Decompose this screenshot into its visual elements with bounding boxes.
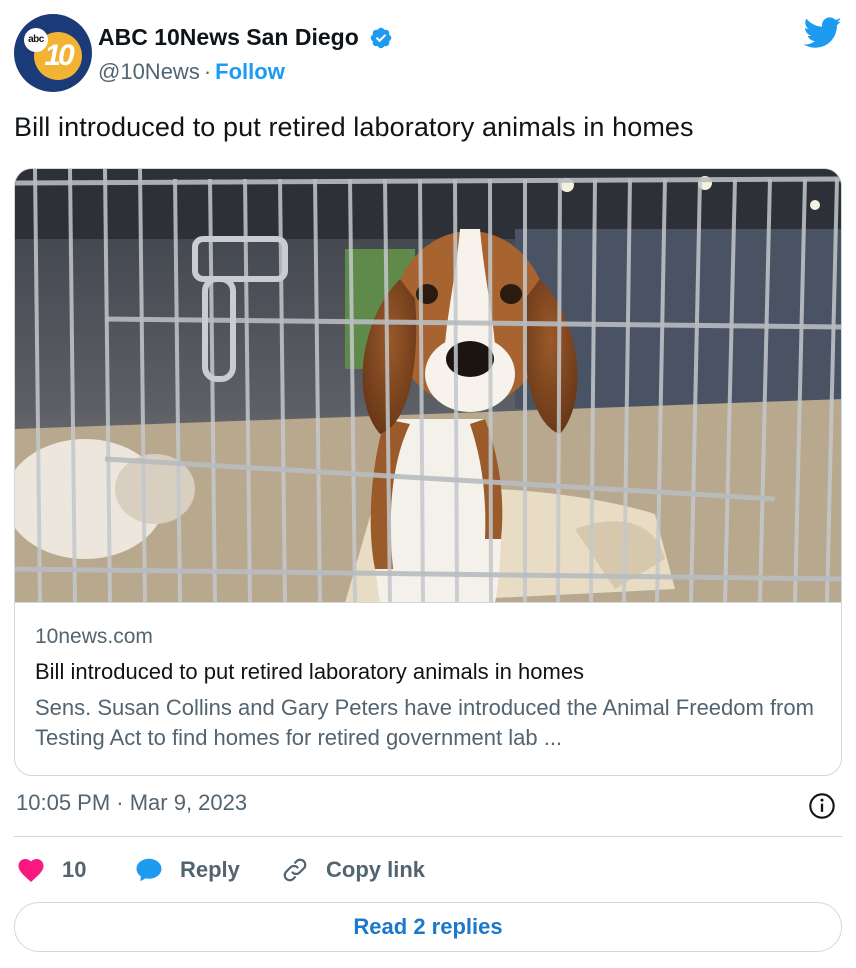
like-count: 10 [62, 857, 87, 882]
tweet-timestamp[interactable]: 10:05 PM · Mar 9, 2023 [16, 790, 247, 816]
like-button[interactable]: 10 [16, 852, 86, 888]
separator-dot: · [203, 59, 212, 84]
card-title[interactable]: Bill introduced to put retired laborator… [35, 659, 821, 685]
verified-badge-icon [370, 27, 392, 48]
avatar-abc-logo: abc [24, 28, 48, 52]
divider [14, 836, 842, 837]
read-replies-button[interactable]: Read 2 replies [14, 902, 842, 952]
twitter-bird-icon[interactable] [804, 16, 842, 50]
avatar[interactable]: 10 abc [14, 14, 92, 92]
copy-link-label: Copy link [326, 857, 426, 882]
author-info: ABC 10News San Diego @10News · Follow [98, 24, 393, 85]
card-domain: 10news.com [35, 625, 153, 648]
card-description: Sens. Susan Collins and Gary Peters have… [35, 695, 814, 750]
link-preview-card[interactable]: 10news.com Bill introduced to put retire… [14, 168, 842, 776]
card-image[interactable] [15, 169, 841, 603]
info-icon[interactable] [808, 792, 836, 820]
author-display-name[interactable]: ABC 10News San Diego [98, 24, 359, 51]
author-handle[interactable]: @10News [98, 59, 200, 84]
tweet-actions: 10 Reply Copy link [16, 852, 836, 888]
heart-icon [18, 859, 44, 882]
reply-bubble-icon [136, 858, 162, 882]
handle-row: @10News · Follow [98, 59, 393, 85]
tweet-text: Bill introduced to put retired laborator… [14, 112, 694, 142]
follow-button[interactable]: Follow [215, 59, 285, 84]
reply-label: Reply [180, 857, 240, 882]
reply-button[interactable]: Reply [134, 852, 240, 888]
tweet-header: 10 abc ABC 10News San Diego @10News · Foll… [14, 14, 842, 94]
beagle-in-cage-image [15, 169, 841, 602]
copy-link-button[interactable]: Copy link [280, 852, 425, 888]
card-meta: 10news.com Bill introduced to put retire… [35, 625, 821, 753]
link-icon [283, 858, 307, 882]
